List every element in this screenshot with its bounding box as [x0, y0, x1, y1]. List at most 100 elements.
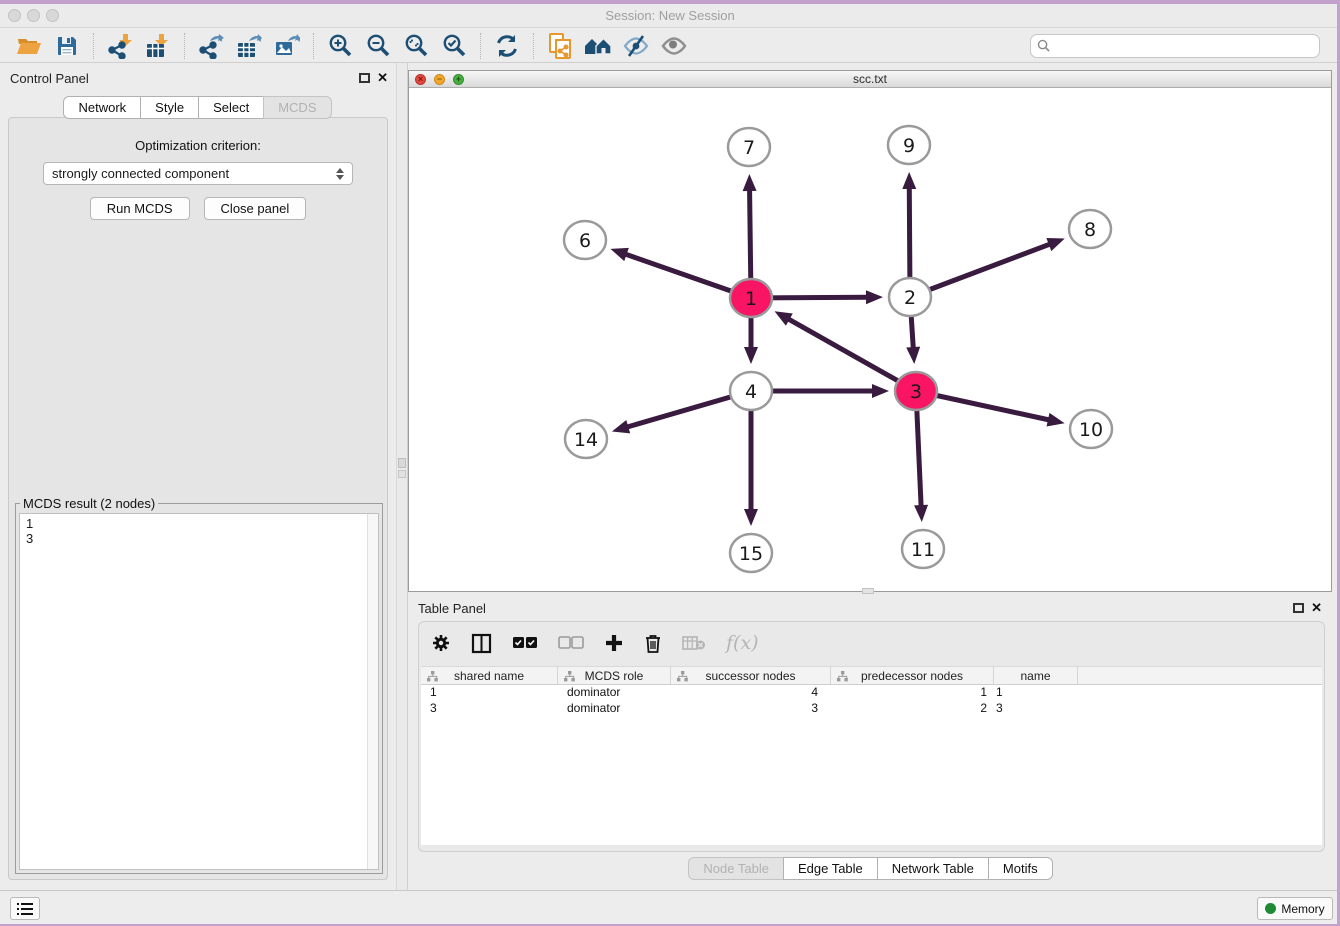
hide-selected-button[interactable]	[617, 31, 655, 61]
result-scrollbar[interactable]	[367, 514, 378, 869]
cell-shared-name[interactable]: 1	[421, 685, 558, 701]
network-window-titlebar[interactable]: × − + scc.txt	[409, 71, 1331, 88]
delete-table-button[interactable]	[682, 635, 706, 651]
table-row[interactable]: 1 dominator 4 1 1	[421, 685, 1322, 701]
column-header-shared-name[interactable]: shared name	[421, 667, 558, 684]
open-session-button[interactable]	[10, 31, 48, 61]
tab-network[interactable]: Network	[63, 96, 141, 119]
checked-boxes-icon	[512, 636, 538, 650]
criterion-select[interactable]: strongly connected component	[43, 162, 353, 185]
import-network-button[interactable]	[101, 31, 139, 61]
cell-predecessor-nodes[interactable]: 1	[818, 685, 987, 701]
close-view-button[interactable]: ×	[415, 74, 426, 85]
refresh-layout-button[interactable]	[488, 31, 526, 61]
add-column-button[interactable]	[604, 633, 624, 653]
deselect-all-rows-button[interactable]	[558, 636, 584, 650]
maximize-view-button[interactable]: +	[453, 74, 464, 85]
close-panel-icon[interactable]: ✕	[377, 72, 388, 84]
column-header-mcds-role[interactable]: MCDS role	[558, 667, 671, 684]
application-window: Session: New Session	[0, 0, 1340, 926]
eye-slash-icon	[622, 34, 650, 58]
graph-node-label: 7	[743, 137, 755, 159]
cell-shared-name[interactable]: 3	[421, 701, 558, 717]
minimize-view-button[interactable]: −	[434, 74, 445, 85]
memory-button[interactable]: Memory	[1257, 897, 1333, 920]
function-builder-button[interactable]: f(x)	[726, 632, 759, 654]
cell-name[interactable]: 3	[987, 701, 1078, 717]
float-panel-icon[interactable]	[359, 73, 370, 83]
table-panel-tabs: Node Table Edge Table Network Table Moti…	[408, 857, 1334, 880]
tab-mcds[interactable]: MCDS	[263, 96, 331, 119]
task-history-button[interactable]	[10, 897, 40, 920]
graph-edge[interactable]	[788, 319, 916, 391]
control-panel-title: Control Panel	[10, 71, 89, 86]
cell-name[interactable]: 1	[987, 685, 1078, 701]
export-table-button[interactable]	[230, 31, 268, 61]
column-header-predecessor-nodes[interactable]: predecessor nodes	[831, 667, 994, 684]
tab-node-table[interactable]: Node Table	[688, 857, 784, 880]
export-network-button[interactable]	[192, 31, 230, 61]
graph-node-label: 1	[745, 288, 757, 310]
close-panel-button[interactable]: Close panel	[204, 197, 307, 220]
splitter-handle[interactable]	[398, 458, 406, 468]
cell-predecessor-nodes[interactable]: 2	[818, 701, 987, 717]
cell-successor-nodes[interactable]: 3	[671, 701, 818, 717]
zoom-fit-button[interactable]	[397, 31, 435, 61]
search-box	[1030, 34, 1320, 58]
zoom-fit-icon	[403, 33, 429, 59]
cell-mcds-role[interactable]: dominator	[558, 701, 671, 717]
table-settings-button[interactable]	[431, 633, 451, 653]
refresh-icon	[494, 33, 520, 59]
export-image-button[interactable]	[268, 31, 306, 61]
tab-select[interactable]: Select	[198, 96, 264, 119]
graph-edge-arrowhead	[1047, 413, 1065, 427]
session-title: Session: New Session	[0, 8, 1340, 23]
float-panel-icon[interactable]	[1293, 603, 1304, 613]
select-all-rows-button[interactable]	[512, 636, 538, 650]
toolbar-separator	[533, 33, 534, 59]
zoom-in-icon	[327, 33, 353, 59]
network-window-controls: × − +	[415, 74, 464, 85]
table-row[interactable]: 3 dominator 3 2 3	[421, 701, 1322, 717]
network-canvas[interactable]: 7968124314101511	[409, 88, 1331, 591]
column-header-successor-nodes[interactable]: successor nodes	[671, 667, 831, 684]
clone-network-button[interactable]	[541, 31, 579, 61]
graph-edge[interactable]	[910, 244, 1050, 297]
graph-edge-arrowhead	[906, 347, 920, 364]
zoom-in-button[interactable]	[321, 31, 359, 61]
search-input[interactable]	[1050, 38, 1313, 53]
save-session-button[interactable]	[48, 31, 86, 61]
column-type-icon	[837, 671, 848, 682]
criterion-value: strongly connected component	[52, 166, 336, 181]
first-neighbors-button[interactable]	[579, 31, 617, 61]
import-table-button[interactable]	[139, 31, 177, 61]
tab-edge-table[interactable]: Edge Table	[783, 857, 878, 880]
close-panel-icon[interactable]: ✕	[1311, 602, 1322, 614]
graph-node-label: 14	[574, 429, 598, 451]
tab-style[interactable]: Style	[140, 96, 199, 119]
graph-edge-arrowhead	[612, 420, 630, 433]
splitter-handle[interactable]	[398, 470, 406, 478]
homes-icon	[583, 34, 613, 58]
panel-splitter[interactable]	[396, 63, 408, 890]
cell-mcds-role[interactable]: dominator	[558, 685, 671, 701]
zoom-out-icon	[365, 33, 391, 59]
table-header-row: shared name MCDS role	[421, 666, 1322, 685]
delete-column-button[interactable]	[644, 633, 662, 654]
graph-node-label: 15	[739, 543, 763, 565]
cell-successor-nodes[interactable]: 4	[671, 685, 818, 701]
zoom-selected-button[interactable]	[435, 31, 473, 61]
show-all-button[interactable]	[655, 31, 693, 61]
table-panel-title: Table Panel	[418, 601, 486, 616]
import-network-icon	[107, 33, 133, 59]
mcds-result-text[interactable]: 1 3	[19, 513, 379, 870]
show-columns-button[interactable]	[471, 633, 492, 654]
status-bar: Memory	[0, 890, 1340, 924]
tab-motifs[interactable]: Motifs	[988, 857, 1053, 880]
zoom-out-button[interactable]	[359, 31, 397, 61]
run-mcds-button[interactable]: Run MCDS	[90, 197, 190, 220]
tab-network-table[interactable]: Network Table	[877, 857, 989, 880]
gear-icon	[431, 633, 451, 653]
column-header-name[interactable]: name	[994, 667, 1078, 684]
horizontal-splitter-handle[interactable]	[862, 588, 874, 594]
